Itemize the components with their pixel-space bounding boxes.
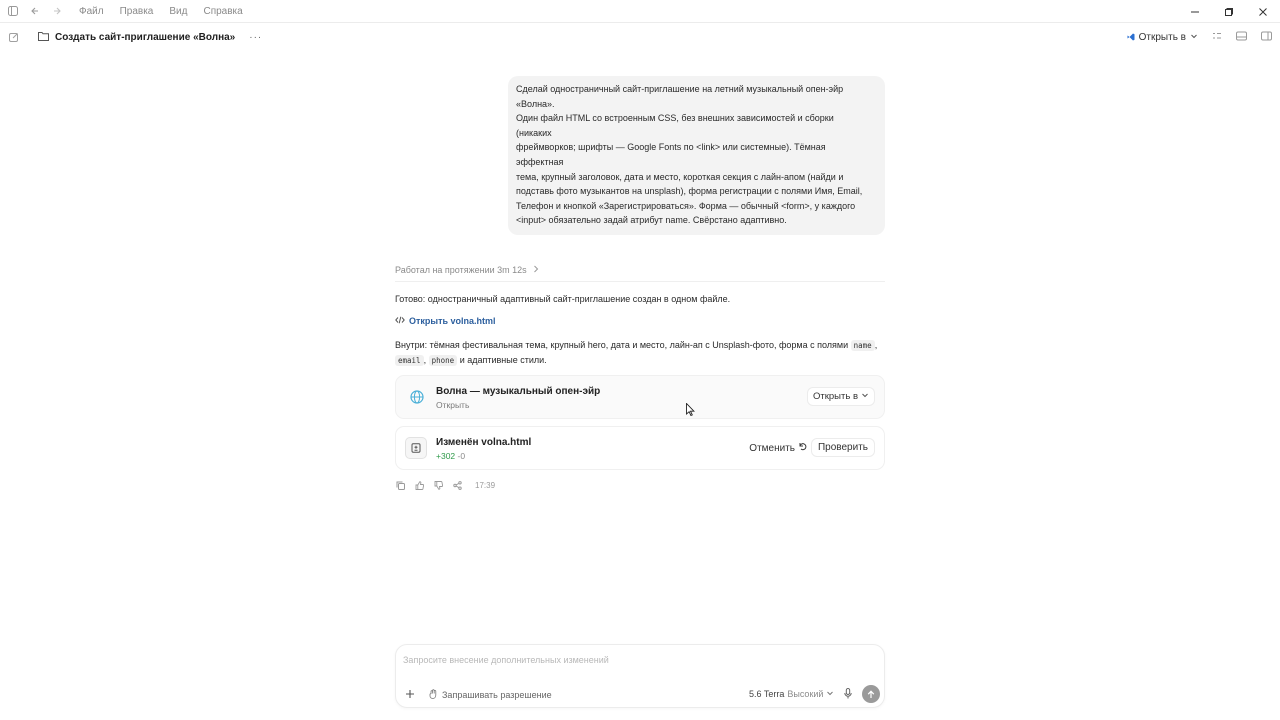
minimize-button[interactable] (1178, 0, 1212, 23)
summary-suffix: и адаптивные стили. (459, 355, 547, 365)
diff-stats: +302 -0 (436, 451, 465, 461)
thumbs-down-icon[interactable] (433, 479, 443, 491)
open-in-label: Открыть в (1138, 32, 1186, 43)
new-chat-icon[interactable] (6, 29, 22, 45)
checklist-icon[interactable] (1212, 31, 1222, 44)
thread-header: Создать сайт-приглашение «Волна» ··· Отк… (0, 27, 1280, 51)
restore-button[interactable] (1212, 0, 1246, 23)
terminal-panel-icon[interactable] (1236, 31, 1247, 44)
preview-open-in-label: Открыть в (813, 391, 858, 402)
user-message-line: Телефон и кнопкой «Зарегистрироваться». … (516, 200, 856, 211)
sidebar-toggle-icon[interactable] (3, 1, 23, 21)
open-file-link[interactable]: Открыть volna.html (395, 316, 496, 326)
globe-icon (408, 388, 426, 406)
side-panel-icon[interactable] (1261, 31, 1272, 44)
folder-icon (38, 31, 49, 44)
code-name: name (850, 340, 875, 351)
assistant-done-text: Готово: одностраничный адаптивный сайт-п… (395, 294, 731, 304)
window-controls (1178, 0, 1280, 23)
chevron-right-icon (533, 265, 539, 275)
lines-removed: -0 (457, 451, 466, 461)
user-message-line: (никаких (516, 127, 552, 138)
message-actions: 17:39 (395, 479, 495, 491)
user-message-line: Один файл HTML со встроенным CSS, без вн… (516, 113, 834, 124)
summary-prefix: Внутри: тёмная фестивальная тема, крупны… (395, 340, 849, 350)
code-phone: phone (428, 355, 458, 366)
user-message-line: тема, крупный заголовок, дата и место, к… (516, 171, 844, 182)
assistant-summary: Внутри: тёмная фестивальная тема, крупны… (395, 340, 878, 366)
back-arrow-icon[interactable] (25, 1, 45, 21)
model-name: 5.6 Terra (749, 689, 785, 699)
chevron-down-icon (1190, 32, 1198, 43)
preview-card-subtitle: Открыть (436, 400, 470, 410)
model-selector[interactable]: 5.6 Terra Высокий (749, 689, 834, 699)
send-button[interactable] (862, 685, 880, 703)
menu-bar: Файл Правка Вид Справка (79, 6, 243, 17)
worked-duration-toggle[interactable]: Работал на протяжении 3m 12s (395, 265, 539, 275)
thread-title-text: Создать сайт-приглашение «Волна» (55, 32, 236, 43)
share-icon[interactable] (452, 479, 462, 491)
preview-card[interactable]: Волна — музыкальный опен-эйр Открыть Отк… (395, 375, 885, 419)
preview-open-in-button[interactable]: Открыть в (807, 387, 875, 406)
copy-icon[interactable] (395, 479, 405, 491)
code-email: email (395, 355, 424, 366)
thumbs-up-icon[interactable] (414, 479, 424, 491)
hand-icon (429, 689, 438, 701)
user-message-line: фреймворков; шрифты — Google Fonts по <l… (516, 142, 826, 153)
review-button[interactable]: Проверить (810, 438, 875, 457)
worked-duration-label: Работал на протяжении 3m 12s (395, 265, 527, 275)
menu-view[interactable]: Вид (169, 6, 187, 17)
user-message-line: эффектная (516, 156, 564, 167)
thread-title: Создать сайт-приглашение «Волна» ··· (38, 31, 262, 44)
preview-card-title: Волна — музыкальный опен-эйр (436, 386, 601, 397)
code-icon (395, 316, 405, 326)
more-options-icon[interactable]: ··· (249, 32, 262, 43)
undo-button[interactable]: Отменить (749, 442, 807, 454)
message-time: 17:39 (475, 480, 496, 490)
open-file-link-label: Открыть volna.html (409, 316, 496, 326)
diff-card: Изменён volna.html +302 -0 Отменить Пров… (395, 426, 885, 470)
chevron-down-icon (826, 689, 834, 699)
composer-input[interactable]: Запросите внесение дополнительных измене… (403, 655, 609, 665)
menu-edit[interactable]: Правка (120, 6, 154, 17)
open-in-button[interactable]: Открыть в (1127, 32, 1198, 43)
undo-icon (798, 442, 807, 454)
file-diff-icon (405, 437, 427, 459)
user-message-bubble: Сделай одностраничный сайт-приглашение н… (508, 76, 885, 235)
user-message-line: «Волна». (516, 98, 555, 109)
user-message-line: подставь фото музыкантов на unsplash), ф… (516, 186, 863, 197)
add-attachment-button[interactable] (405, 687, 415, 702)
vscode-icon (1127, 33, 1135, 43)
header-actions: Открыть в (1127, 31, 1272, 44)
menu-file[interactable]: Файл (79, 6, 104, 17)
composer: Запросите внесение дополнительных измене… (395, 644, 885, 708)
divider (395, 281, 885, 282)
permission-label: Запрашивать разрешение (442, 690, 552, 700)
mouse-cursor-icon (686, 402, 695, 421)
forward-arrow-icon[interactable] (47, 1, 67, 21)
permission-selector[interactable]: Запрашивать разрешение (429, 689, 552, 701)
reasoning-level: Высокий (787, 689, 824, 699)
chevron-down-icon (861, 391, 869, 402)
menu-help[interactable]: Справка (203, 6, 242, 17)
title-bar-left: Файл Правка Вид Справка (0, 1, 243, 21)
user-message-line: Сделай одностраничный сайт-приглашение н… (516, 84, 844, 94)
user-message-line: <input> обязательно задай атрибут name. … (516, 215, 787, 226)
lines-added: +302 (436, 451, 456, 461)
close-button[interactable] (1246, 0, 1280, 23)
title-bar: Файл Правка Вид Справка (0, 0, 1280, 23)
microphone-icon[interactable] (844, 688, 852, 702)
undo-label: Отменить (749, 442, 795, 454)
diff-card-title: Изменён volna.html (436, 437, 532, 448)
